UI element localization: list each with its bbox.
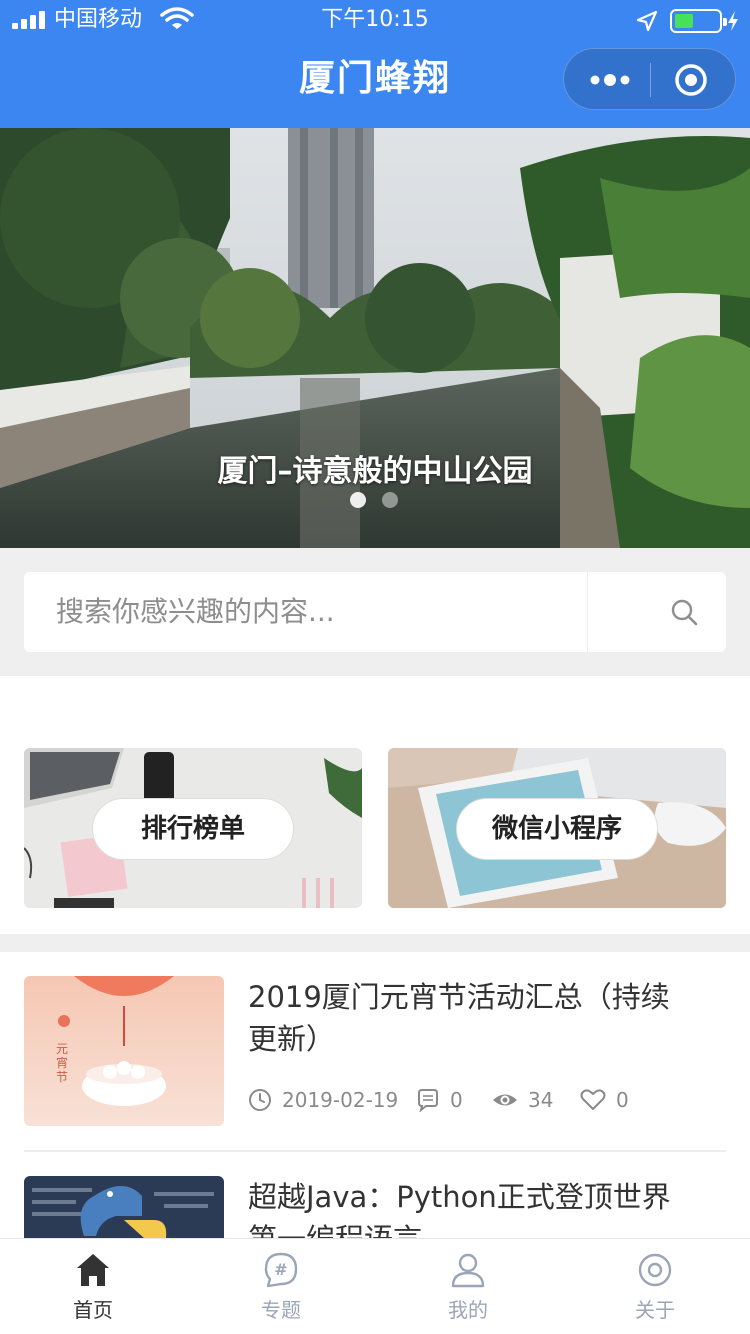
top-bar: 中国移动 下午10:15 厦门蜂翔: [0, 0, 750, 128]
location-arrow-icon: [636, 10, 658, 32]
banner-caption: 厦门–诗意般的中山公园: [217, 454, 533, 489]
topic-icon: #: [264, 1252, 298, 1288]
category-section: 排行榜单 微信小程序: [0, 676, 750, 934]
thumbnail-caption: 元宵节: [56, 1042, 69, 1084]
tab-about[interactable]: 关于: [595, 1239, 715, 1334]
date-text: 2019-02-19: [282, 1088, 399, 1112]
search-divider: [587, 572, 588, 652]
about-icon: [638, 1253, 672, 1287]
search-icon[interactable]: [670, 598, 698, 626]
comment-icon: [418, 1089, 438, 1112]
svg-text:#: #: [274, 1260, 287, 1279]
mini-program-capsule: [563, 48, 736, 110]
article-title[interactable]: 2019厦门元宵节活动汇总（持续更新）: [248, 976, 688, 1060]
indicator-dot[interactable]: [382, 492, 398, 508]
charging-icon: [728, 11, 738, 31]
heart-icon: [580, 1089, 606, 1110]
article-meta: 2019-02-19 0 34 0: [248, 1084, 708, 1116]
tab-label-topic: 专题: [261, 1298, 301, 1322]
banner-indicators: [350, 492, 410, 508]
close-mini-program-icon[interactable]: [674, 63, 708, 97]
clock-icon: [249, 1089, 271, 1111]
search-section: 搜索你感兴趣的内容...: [0, 548, 750, 676]
banner-carousel[interactable]: 厦门–诗意般的中山公园: [0, 128, 750, 548]
comment-count: 0: [450, 1088, 463, 1112]
like-count: 0: [616, 1088, 629, 1112]
tab-topic[interactable]: # 专题: [221, 1239, 341, 1334]
category-card-ranking[interactable]: 排行榜单: [24, 748, 362, 908]
indicator-dot-active[interactable]: [350, 492, 366, 508]
eye-icon: [493, 1094, 517, 1106]
search-box[interactable]: 搜索你感兴趣的内容...: [24, 572, 726, 652]
tab-label-home: 首页: [73, 1298, 113, 1322]
article-item[interactable]: 元宵节 2019厦门元宵节活动汇总（持续更新） 2019-02-19 0 34 …: [24, 976, 726, 1126]
tab-home[interactable]: 首页: [33, 1239, 153, 1334]
view-count: 34: [528, 1088, 554, 1112]
section-gap: [0, 934, 750, 952]
tab-mine[interactable]: 我的: [408, 1239, 528, 1334]
article-item[interactable]: 超越Java：Python正式登顶世界第一编程语言: [24, 1176, 726, 1238]
more-icon[interactable]: [588, 69, 632, 91]
tab-bar: 首页 # 专题 我的 关于: [0, 1238, 750, 1334]
search-input[interactable]: 搜索你感兴趣的内容...: [56, 592, 335, 632]
article-thumbnail: 元宵节: [24, 976, 224, 1126]
status-bar: 中国移动 下午10:15: [0, 0, 750, 40]
tab-label-about: 关于: [635, 1298, 675, 1322]
page: 中国移动 下午10:15 厦门蜂翔 厦门–诗意般的中山公园 搜索你感兴趣的内容.…: [0, 0, 750, 1334]
battery-icon: [670, 9, 727, 33]
mini-program-button[interactable]: 微信小程序: [456, 798, 658, 860]
user-icon: [451, 1253, 485, 1288]
ranking-button[interactable]: 排行榜单: [92, 798, 294, 860]
article-title[interactable]: 超越Java：Python正式登顶世界第一编程语言: [248, 1176, 688, 1238]
article-divider: [24, 1150, 726, 1152]
tab-label-mine: 我的: [448, 1298, 488, 1322]
article-thumbnail: [24, 1176, 224, 1238]
home-icon: [77, 1254, 109, 1286]
category-card-miniprogram[interactable]: 微信小程序: [388, 748, 726, 908]
